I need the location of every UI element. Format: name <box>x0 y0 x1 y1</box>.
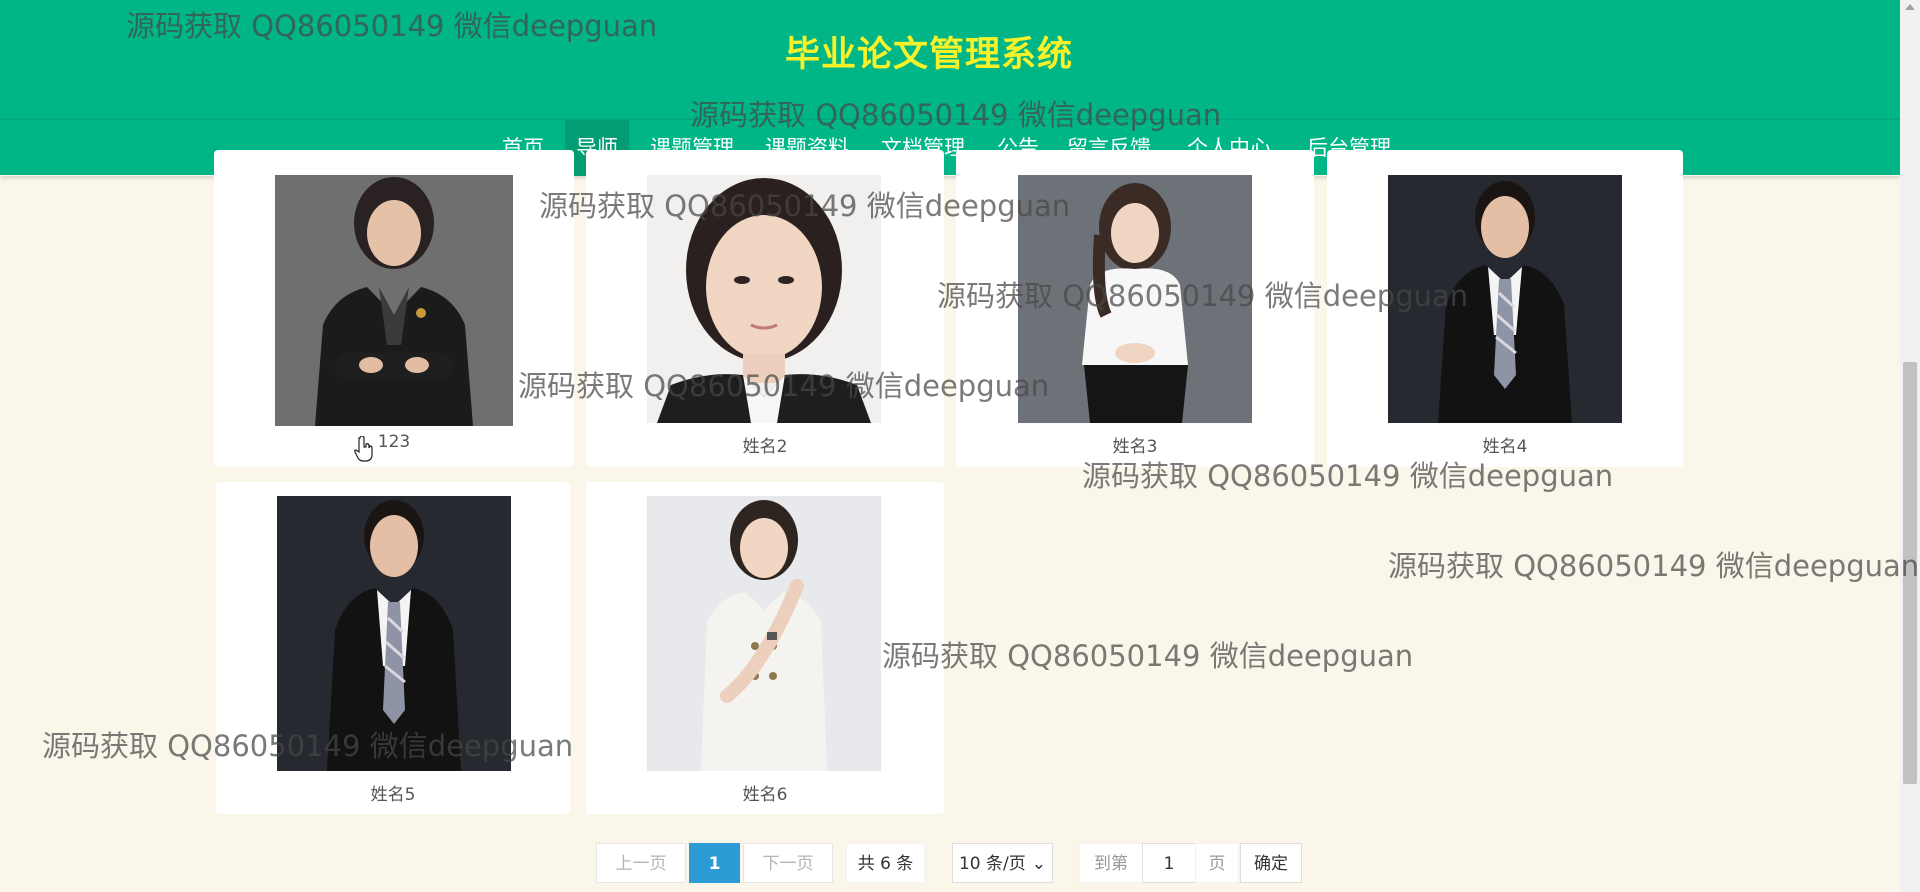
site-header: 毕业论文管理系统 首页 导师 课题管理 课题资料 文档管理 公告 留言反馈 个人… <box>0 0 1900 176</box>
mentor-card[interactable]: 姓名4 <box>1327 150 1683 467</box>
mentor-card[interactable]: 姓名3 <box>956 150 1314 467</box>
site-title: 毕业论文管理系统 <box>784 35 1073 75</box>
mentor-name: 姓名4 <box>1482 437 1528 457</box>
next-page-button[interactable]: 下一页 <box>743 843 833 883</box>
page-size-select[interactable]: 10 条/页 ⌄ <box>952 843 1053 883</box>
mentor-card[interactable]: 姓名2 <box>586 150 944 467</box>
mentor-photo[interactable] <box>1018 175 1252 423</box>
confirm-goto-button[interactable]: 确定 <box>1240 843 1302 883</box>
mentor-name: 123 <box>377 432 411 452</box>
goto-label: 到第 <box>1079 843 1143 883</box>
mentor-name: 姓名5 <box>370 785 416 805</box>
goto-page-input[interactable]: 1 <box>1142 843 1196 883</box>
prev-page-button[interactable]: 上一页 <box>596 843 686 883</box>
mentor-photo[interactable] <box>275 175 513 426</box>
mentor-photo[interactable] <box>647 175 881 423</box>
mentor-photo[interactable] <box>1388 175 1622 423</box>
scrollbar-thumb[interactable] <box>1903 362 1917 784</box>
watermark: 源码获取 QQ86050149 微信deepguan <box>882 639 1414 673</box>
total-count: 共 6 条 <box>846 843 925 883</box>
hand-cursor-icon <box>354 435 374 466</box>
chevron-down-icon: ⌄ <box>1031 854 1046 874</box>
page-suffix-label: 页 <box>1195 843 1239 883</box>
mentor-card[interactable]: 姓名5 <box>216 482 570 814</box>
watermark: 源码获取 QQ86050149 微信deepguan <box>1388 549 1920 583</box>
mentor-name: 姓名6 <box>742 785 788 805</box>
page-size-value: 10 条/页 <box>958 854 1026 874</box>
mentor-card[interactable]: 姓名6 <box>586 482 944 814</box>
mentor-photo[interactable] <box>647 496 881 771</box>
mentor-name: 姓名3 <box>1112 437 1158 457</box>
page-1-button[interactable]: 1 <box>689 843 740 883</box>
mentor-photo[interactable] <box>277 496 511 771</box>
mentor-name: 姓名2 <box>742 437 788 457</box>
mentor-card[interactable]: 123 <box>214 150 574 467</box>
scroll-up-icon[interactable] <box>1905 4 1915 10</box>
